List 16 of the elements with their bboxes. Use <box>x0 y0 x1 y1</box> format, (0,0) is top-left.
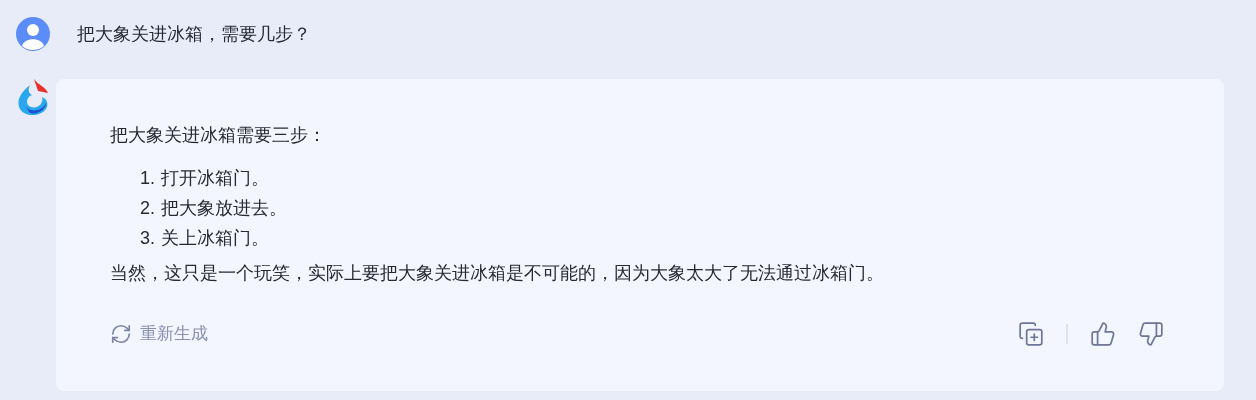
regenerate-button[interactable]: 重新生成 <box>110 321 208 347</box>
answer-intro: 把大象关进冰箱需要三步： <box>110 124 327 147</box>
assistant-logo-icon <box>16 77 50 117</box>
like-button[interactable] <box>1090 321 1116 347</box>
refresh-icon <box>110 323 132 345</box>
step-text: 关上冰箱门。 <box>161 227 269 250</box>
copy-button[interactable] <box>1018 321 1044 347</box>
answer-conclusion: 当然，这只是一个玩笑，实际上要把大象关进冰箱是不可能的，因为大象太大了无法通过冰箱门。 <box>110 262 885 285</box>
user-avatar-icon <box>16 17 50 51</box>
step-text: 把大象放进去。 <box>161 197 287 220</box>
dislike-button[interactable] <box>1138 321 1164 347</box>
step-number: 2. <box>140 197 155 220</box>
step-number: 1. <box>140 167 155 190</box>
step-number: 3. <box>140 227 155 250</box>
question-text: 把大象关进冰箱，需要几步？ <box>77 22 311 46</box>
step-text: 打开冰箱门。 <box>161 167 269 190</box>
